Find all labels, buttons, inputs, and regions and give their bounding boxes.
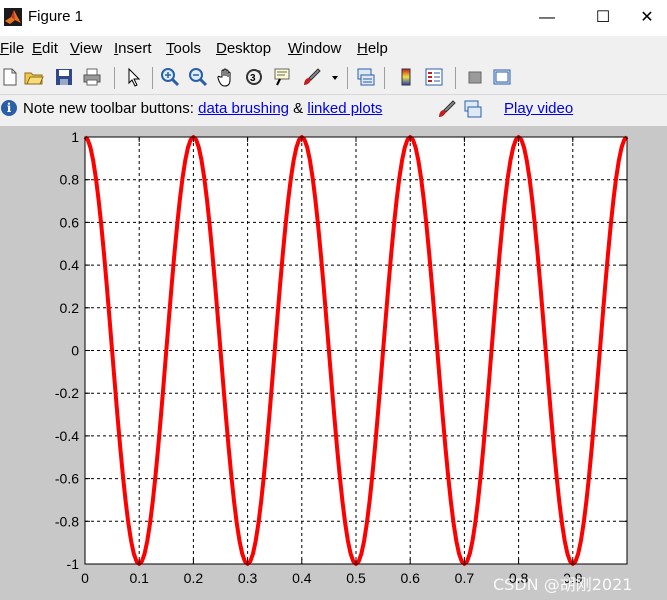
x-tick-label: 0.3 <box>238 570 258 586</box>
pan-hand-icon[interactable] <box>216 67 236 87</box>
menu-insert[interactable]: Insert <box>114 40 152 57</box>
info-message: Note new toolbar buttons: data brushing … <box>23 100 382 117</box>
y-tick-label: 0.4 <box>60 257 80 273</box>
window-title: Figure 1 <box>28 8 84 25</box>
x-tick-label: 0.5 <box>346 570 366 586</box>
menu-tools[interactable]: Tools <box>166 40 201 57</box>
y-tick-label: 0.2 <box>60 300 80 316</box>
y-tick-label: 0.6 <box>60 214 80 230</box>
linked-plots-link[interactable]: linked plots <box>307 100 382 117</box>
open-folder-icon[interactable] <box>24 67 44 87</box>
zoom-out-icon[interactable] <box>188 67 208 87</box>
matlab-logo-icon <box>4 8 22 26</box>
window-titlebar: Figure 1 — ☐ ✕ <box>0 0 667 36</box>
menu-edit[interactable]: Edit <box>32 40 58 57</box>
y-tick-label: 1 <box>71 129 79 145</box>
figure-canvas: 0 0.1 0.2 0.3 0.4 0.5 0.6 0.7 0.8 0.9 1 0.8 0.6 0.4 0.… <box>0 126 667 600</box>
info-bar: i Note new toolbar buttons: data brushin… <box>0 96 667 124</box>
toolbar-separator <box>152 67 153 89</box>
data-cursor-icon[interactable] <box>272 67 292 87</box>
x-tick-label: 0 <box>81 570 89 586</box>
menu-file[interactable]: File <box>0 40 24 57</box>
menu-window[interactable]: Window <box>288 40 341 57</box>
show-plot-tools-icon[interactable] <box>492 67 512 87</box>
menu-help[interactable]: Help <box>357 40 388 57</box>
menu-bar: File Edit View Insert Tools Desktop Wind… <box>0 38 667 60</box>
x-tick-label: 0.7 <box>455 570 475 586</box>
link-plot-icon <box>464 100 482 118</box>
menu-desktop[interactable]: Desktop <box>216 40 271 57</box>
brush-icon[interactable] <box>302 67 322 87</box>
line-plot: 0 0.1 0.2 0.3 0.4 0.5 0.6 0.7 0.8 0.910.80.60.40.… <box>55 129 629 586</box>
y-tick-label: 0 <box>71 343 79 359</box>
link-plot-icon[interactable] <box>356 67 376 87</box>
maximize-button[interactable]: ☐ <box>583 6 623 30</box>
x-tick-label: 0.2 <box>184 570 204 586</box>
data-brushing-link[interactable]: data brushing <box>198 100 289 117</box>
brush-icon <box>439 100 456 117</box>
y-tick-label: -0.6 <box>55 471 79 487</box>
y-tick-label: -0.2 <box>55 385 79 401</box>
watermark: CSDN @胡刚2021 <box>493 575 633 594</box>
close-button[interactable]: ✕ <box>627 6 667 30</box>
x-tick-label: 0.4 <box>292 570 312 586</box>
info-note-text: Note new toolbar buttons: <box>23 100 199 117</box>
x-tick-label: 0.1 <box>129 570 149 586</box>
minimize-button[interactable]: — <box>527 6 567 30</box>
zoom-in-icon[interactable] <box>160 67 180 87</box>
pointer-icon[interactable] <box>124 67 144 87</box>
legend-icon[interactable] <box>424 67 444 87</box>
svg-text:3: 3 <box>250 73 256 84</box>
print-icon[interactable] <box>82 67 102 87</box>
toolbar-separator <box>455 67 456 89</box>
rotate-3d-icon[interactable]: 3 <box>244 67 264 87</box>
x-tick-label: 0.6 <box>400 570 420 586</box>
y-tick-label: -1 <box>67 556 80 572</box>
toolbar-separator <box>347 67 348 89</box>
menu-view[interactable]: View <box>70 40 102 57</box>
y-tick-label: -0.4 <box>55 428 79 444</box>
figure-toolbar: 3 <box>0 62 667 95</box>
y-tick-label: -0.8 <box>55 513 79 529</box>
toolbar-separator <box>114 67 115 89</box>
info-amp-text: & <box>289 100 308 117</box>
brush-dropdown-icon[interactable] <box>330 67 340 87</box>
new-file-icon[interactable] <box>0 67 20 87</box>
info-icon: i <box>1 100 17 116</box>
save-icon[interactable] <box>54 67 74 87</box>
hide-plot-tools-icon[interactable] <box>465 67 485 87</box>
toolbar-separator <box>384 67 385 89</box>
colorbar-icon[interactable] <box>396 67 416 87</box>
play-video-link[interactable]: Play video <box>504 100 573 117</box>
y-tick-label: 0.8 <box>60 172 80 188</box>
